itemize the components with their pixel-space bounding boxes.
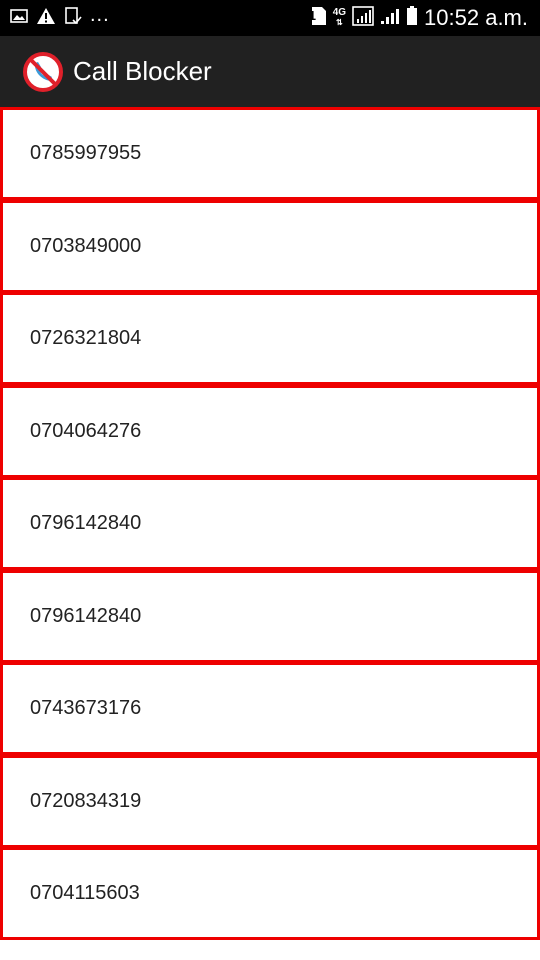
list-item[interactable]: 0704064276: [0, 384, 540, 478]
phone-number: 0785997955: [30, 142, 142, 164]
status-bar-system: 1 4G ⇅ 10:52 a.m.: [308, 0, 528, 36]
more-notifications-indicator: ...: [90, 3, 110, 26]
signal-icon: [352, 5, 374, 31]
clipboard-icon: [64, 6, 82, 31]
phone-number: 0704064276: [30, 419, 142, 442]
sim-slot-label: 1: [308, 8, 316, 23]
warning-icon: [36, 7, 56, 30]
battery-icon: [406, 5, 418, 31]
list-item[interactable]: 0796142840: [0, 569, 540, 663]
list-item[interactable]: 0704115603: [0, 847, 540, 940]
list-item[interactable]: 0785997955: [0, 107, 540, 200]
app-bar: Call Blocker: [0, 36, 540, 107]
blocked-call-icon: [22, 51, 64, 93]
list-item[interactable]: 0743673176: [0, 662, 540, 755]
status-bar: ... 1 4G ⇅ 10:52 a.m.: [0, 0, 540, 36]
phone-number: 0743673176: [30, 697, 142, 719]
app-title: Call Blocker: [73, 56, 212, 86]
status-bar-notifications: ...: [10, 0, 110, 36]
phone-number: 0703849000: [30, 234, 142, 257]
clock: 10:52 a.m.: [424, 5, 528, 30]
signal-strength-icon: [380, 7, 400, 30]
blocked-numbers-list: 0785997955 0703849000 0726321804 0704064…: [0, 107, 540, 940]
gallery-icon: [10, 8, 28, 29]
phone-number: 0796142840: [30, 604, 142, 627]
phone-number: 0726321804: [30, 327, 142, 349]
list-item[interactable]: 0703849000: [0, 199, 540, 293]
list-item[interactable]: 0726321804: [0, 292, 540, 385]
phone-number: 0720834319: [30, 789, 142, 812]
phone-number: 0704115603: [30, 882, 140, 904]
phone-number: 0796142840: [30, 512, 142, 534]
list-item[interactable]: 0796142840: [0, 477, 540, 570]
list-item[interactable]: 0720834319: [0, 754, 540, 848]
network-type-label: 4G ⇅: [332, 7, 347, 28]
